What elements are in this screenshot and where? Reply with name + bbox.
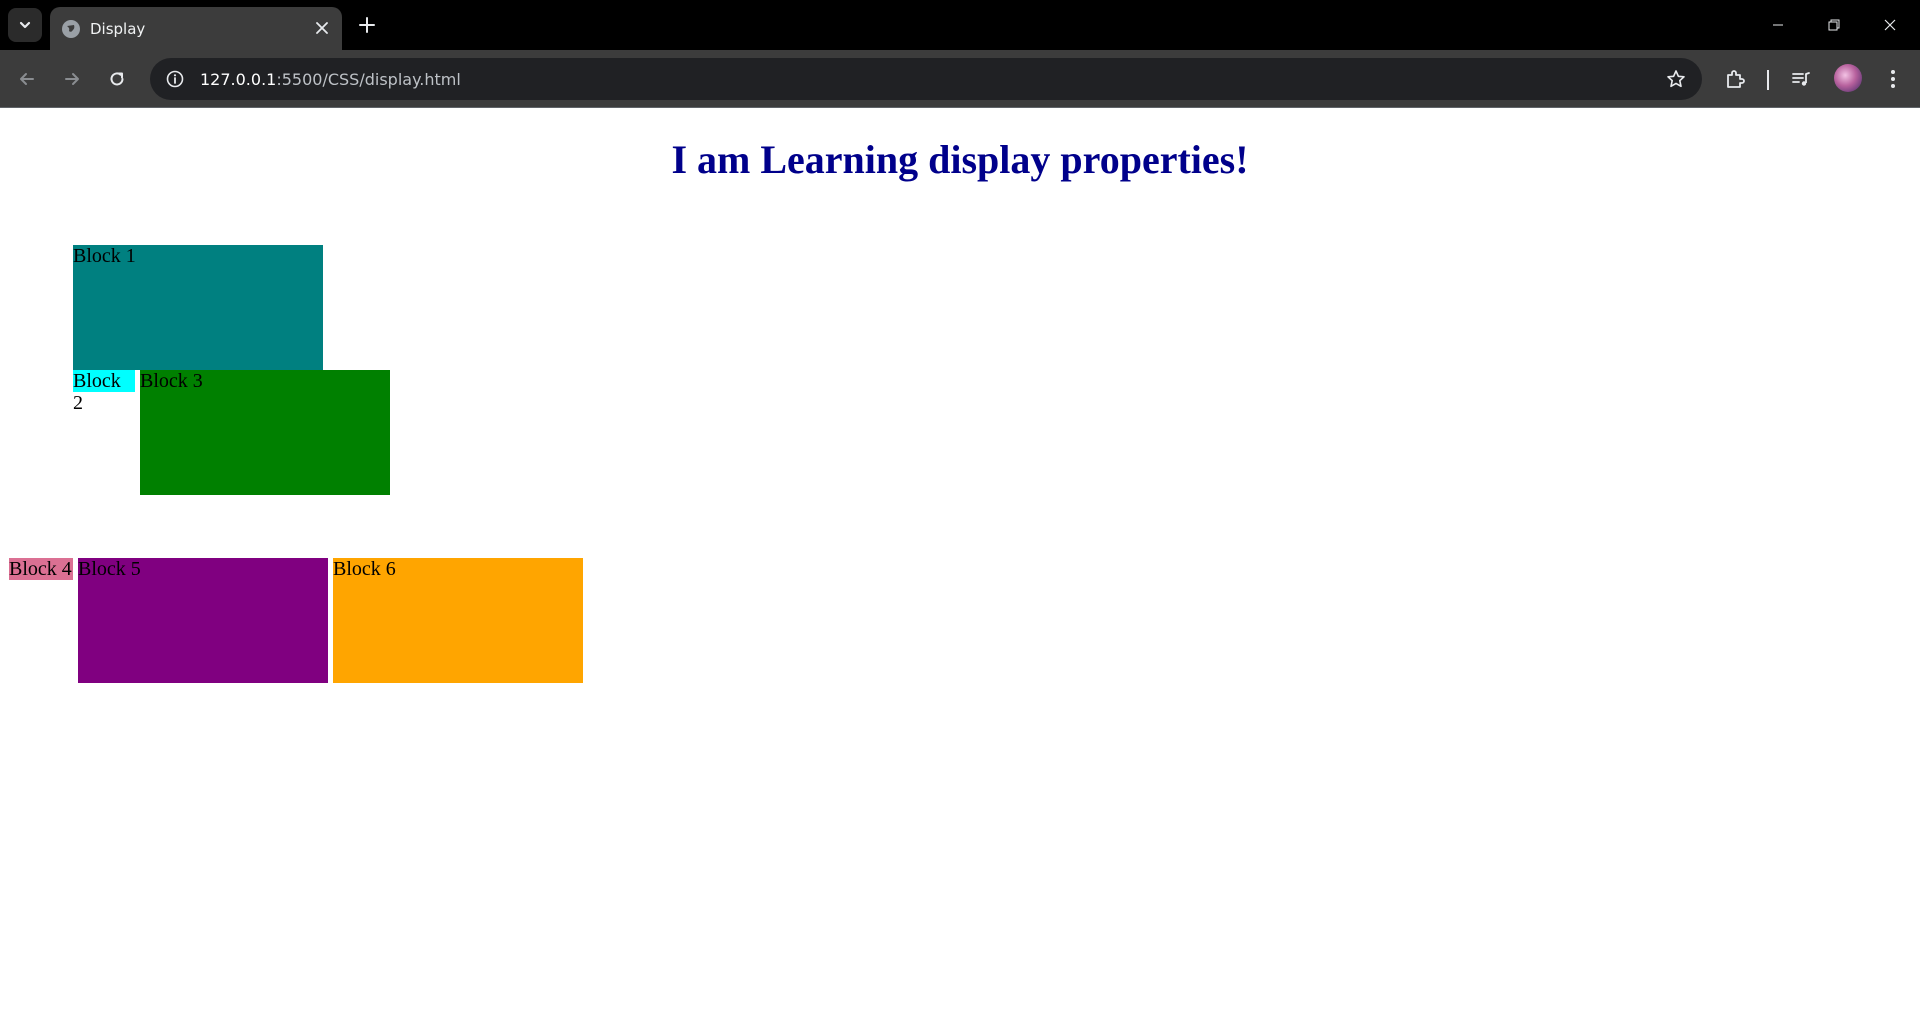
minimize-button[interactable] <box>1750 0 1806 50</box>
browser-menu-button[interactable] <box>1876 62 1910 96</box>
arrow-left-icon <box>20 73 34 85</box>
media-controls-button[interactable] <box>1784 62 1818 96</box>
avatar[interactable] <box>1834 64 1862 92</box>
block-3: Block 3 <box>140 370 390 495</box>
toolbar-divider <box>1767 70 1769 90</box>
tab-title: Display <box>90 19 146 38</box>
block-label: Block 4 <box>9 558 72 580</box>
browser-toolbar: 127.0.0.1:5500/CSS/display.html <box>0 50 1920 108</box>
url-host: 127.0.0.1 <box>200 69 277 89</box>
url-text: 127.0.0.1:5500/CSS/display.html <box>200 70 461 89</box>
extensions-button[interactable] <box>1718 62 1752 96</box>
restore-icon <box>1828 19 1840 31</box>
tab-strip: Display <box>0 0 1920 50</box>
forward-button[interactable] <box>55 62 89 96</box>
arrow-right-icon <box>65 73 79 85</box>
globe-icon <box>62 19 80 38</box>
close-icon <box>316 22 328 34</box>
puzzle-icon <box>1727 70 1745 88</box>
minimize-icon <box>1773 24 1783 26</box>
tab-close-button[interactable] <box>312 18 332 38</box>
kebab-menu-icon <box>1891 70 1895 88</box>
block-label: Block 5 <box>78 558 141 580</box>
page-viewport: I am Learning display properties! Block … <box>0 109 1920 1020</box>
block-label: Block 6 <box>333 558 396 580</box>
block-2: Block 2 <box>73 370 135 414</box>
new-tab-button[interactable] <box>352 10 382 40</box>
url-path: :5500/CSS/display.html <box>276 69 461 89</box>
reload-icon <box>110 72 124 86</box>
block-6: Block 6 <box>333 558 583 683</box>
close-icon <box>1884 19 1896 31</box>
close-window-button[interactable] <box>1862 0 1918 50</box>
block-5: Block 5 <box>78 558 328 683</box>
block-label: Block 2 <box>73 370 121 414</box>
page-title: I am Learning display properties! <box>671 137 1249 182</box>
reload-button[interactable] <box>100 62 134 96</box>
block-label: Block 3 <box>140 370 203 392</box>
browser-tab[interactable]: Display <box>50 7 342 50</box>
star-icon[interactable] <box>1664 67 1688 91</box>
chevron-down-icon <box>19 21 31 29</box>
info-icon[interactable] <box>162 66 188 92</box>
back-button[interactable] <box>10 62 44 96</box>
playlist-icon <box>1792 72 1810 86</box>
address-bar[interactable]: 127.0.0.1:5500/CSS/display.html <box>150 58 1702 100</box>
restore-button[interactable] <box>1806 0 1862 50</box>
block-1: Block 1 <box>73 245 323 370</box>
plus-icon <box>359 17 375 33</box>
block-label: Block 1 <box>73 245 136 267</box>
block-4: Block 4 <box>9 558 73 580</box>
tab-search-button[interactable] <box>8 8 42 42</box>
